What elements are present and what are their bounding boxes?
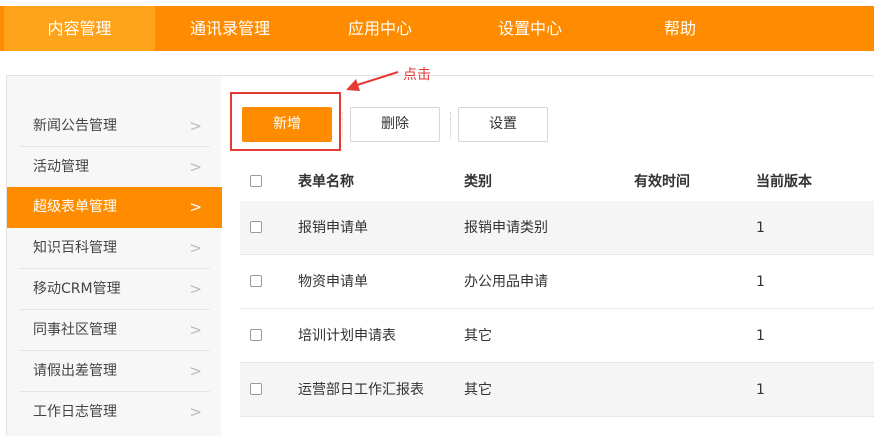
table-row[interactable]: 报销申请单 报销申请类别 1 — [240, 201, 874, 255]
category-cell: 其它 — [464, 382, 492, 398]
nav-help[interactable]: 帮助 — [605, 6, 755, 51]
sidebar-item-news[interactable]: 新闻公告管理 > — [7, 106, 222, 147]
nav-settings-center[interactable]: 设置中心 — [455, 6, 605, 51]
table-row[interactable]: 培训计划申请表 其它 1 — [240, 309, 874, 363]
sidebar: 新闻公告管理 > 活动管理 > 超级表单管理 > 知识百科管理 > 移动CRM管… — [6, 76, 222, 436]
row-checkbox[interactable] — [250, 383, 262, 395]
sidebar-item-label: 工作日志管理 — [33, 404, 117, 420]
form-name-cell: 物资申请单 — [298, 274, 368, 290]
version-cell: 1 — [756, 328, 765, 344]
sidebar-item-leave-travel[interactable]: 请假出差管理 > — [7, 351, 222, 392]
chevron-right-icon: > — [189, 198, 202, 216]
chevron-right-icon: > — [189, 239, 202, 257]
nav-content-management[interactable]: 内容管理 — [4, 6, 155, 51]
divider — [342, 112, 343, 138]
category-cell: 办公用品申请 — [464, 274, 548, 290]
category-cell: 报销申请类别 — [464, 220, 548, 236]
divider — [240, 416, 874, 417]
nav-contacts-management[interactable]: 通讯录管理 — [155, 6, 305, 51]
sidebar-item-label: 超级表单管理 — [33, 199, 117, 215]
form-name-cell: 培训计划申请表 — [298, 328, 396, 344]
annotation-arrow-icon — [346, 71, 399, 91]
sidebar-item-label: 移动CRM管理 — [33, 281, 121, 297]
version-cell: 1 — [756, 274, 765, 290]
form-name-cell: 运营部日工作汇报表 — [298, 382, 424, 398]
version-cell: 1 — [756, 220, 765, 236]
sidebar-item-mobile-crm[interactable]: 移动CRM管理 > — [7, 269, 222, 310]
version-cell: 1 — [756, 382, 765, 398]
top-nav-bar: 内容管理 通讯录管理 应用中心 设置中心 帮助 — [0, 6, 874, 51]
form-name-cell: 报销申请单 — [298, 220, 368, 236]
chevron-right-icon: > — [189, 280, 202, 298]
chevron-right-icon: > — [189, 362, 202, 380]
sidebar-item-label: 新闻公告管理 — [33, 118, 117, 134]
add-button[interactable]: 新增 — [242, 107, 332, 142]
sidebar-item-label: 活动管理 — [33, 159, 89, 175]
chevron-right-icon: > — [189, 158, 202, 176]
delete-button[interactable]: 删除 — [350, 107, 440, 142]
sidebar-item-label: 同事社区管理 — [33, 322, 117, 338]
settings-button[interactable]: 设置 — [458, 107, 548, 142]
sidebar-item-colleague-community[interactable]: 同事社区管理 > — [7, 310, 222, 351]
chevron-right-icon: > — [189, 117, 202, 135]
sidebar-item-label: 请假出差管理 — [33, 363, 117, 379]
sidebar-item-knowledge[interactable]: 知识百科管理 > — [7, 228, 222, 269]
annotation-hint: 点击 — [403, 67, 431, 83]
row-checkbox[interactable] — [250, 275, 262, 287]
divider — [450, 112, 451, 138]
table-row[interactable]: 物资申请单 办公用品申请 1 — [240, 255, 874, 309]
category-cell: 其它 — [464, 328, 492, 344]
sidebar-item-super-forms[interactable]: 超级表单管理 > — [7, 187, 222, 228]
nav-app-center[interactable]: 应用中心 — [305, 6, 455, 51]
row-checkbox[interactable] — [250, 221, 262, 233]
row-checkbox[interactable] — [250, 329, 262, 341]
select-all-checkbox[interactable] — [250, 175, 262, 187]
sidebar-item-label: 知识百科管理 — [33, 240, 117, 256]
table-row[interactable]: 运营部日工作汇报表 其它 1 — [240, 363, 874, 417]
sidebar-item-activities[interactable]: 活动管理 > — [7, 147, 222, 188]
chevron-right-icon: > — [189, 321, 202, 339]
